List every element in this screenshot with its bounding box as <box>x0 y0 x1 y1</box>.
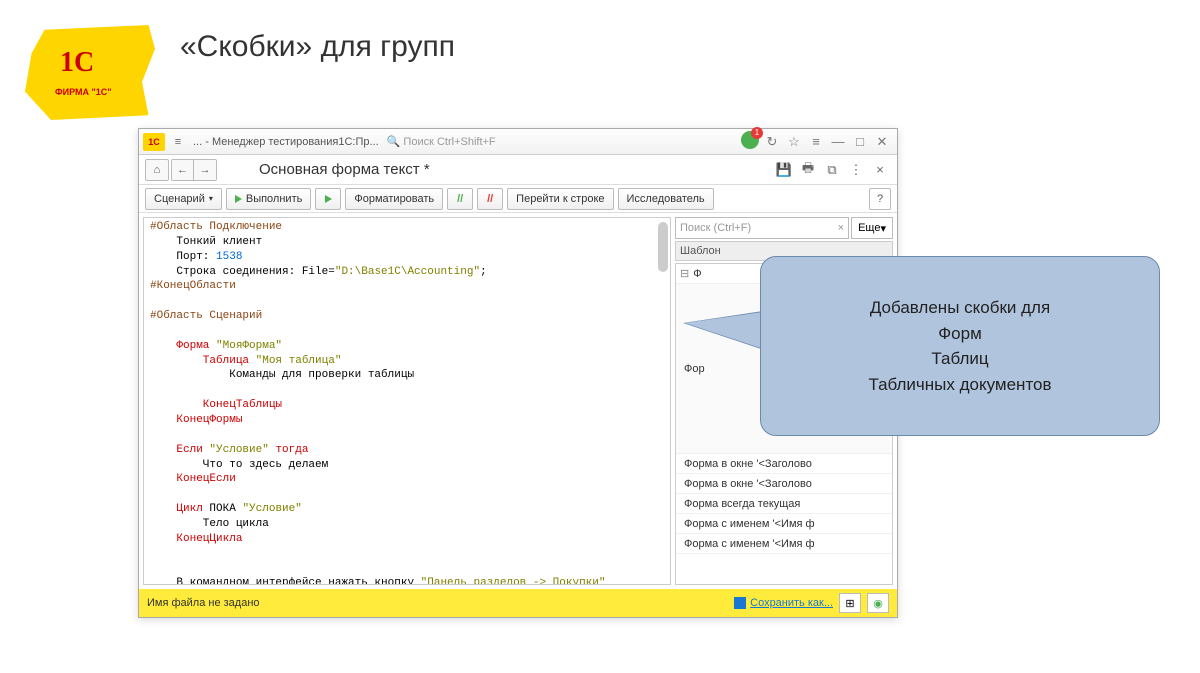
tree-item[interactable]: Форма с именем '<Имя ф <box>676 514 892 534</box>
goto-line-button[interactable]: Перейти к строке <box>507 188 613 210</box>
status-action-2[interactable]: ◉ <box>867 593 889 613</box>
save-as-link[interactable]: Сохранить как... <box>734 597 833 609</box>
home-button[interactable]: ⌂ <box>145 159 169 181</box>
callout-line: Форм <box>938 321 982 347</box>
scenario-button[interactable]: Сценарий ▾ <box>145 188 222 210</box>
status-action-1[interactable]: ⊞ <box>839 593 861 613</box>
tab-close-icon[interactable]: × <box>869 162 891 177</box>
form-title: Основная форма текст * <box>259 161 771 178</box>
star-icon[interactable]: ☆ <box>783 134 805 150</box>
options-icon[interactable]: ⋮ <box>845 162 867 178</box>
callout-line: Добавлены скобки для <box>870 295 1050 321</box>
callout-line: Табличных документов <box>868 372 1051 398</box>
callout-line: Таблиц <box>931 346 988 372</box>
slide-title: «Скобки» для групп <box>180 30 455 64</box>
minimize-icon[interactable]: — <box>827 134 849 149</box>
clear-icon[interactable]: × <box>838 222 844 234</box>
play-icon <box>235 195 242 203</box>
status-bar: Имя файла не задано Сохранить как... ⊞ ◉ <box>139 589 897 617</box>
tree-item[interactable]: Форма с именем '<Имя ф <box>676 534 892 554</box>
format-button[interactable]: Форматировать <box>345 188 443 210</box>
scrollbar-thumb[interactable] <box>658 222 668 272</box>
disk-icon <box>734 597 746 609</box>
nav-arrows: ← → <box>171 159 217 181</box>
close-icon[interactable]: ✕ <box>871 134 893 150</box>
settings-icon[interactable]: ≡ <box>805 134 827 149</box>
side-more-button[interactable]: Еще ▾ <box>851 217 893 239</box>
step-button[interactable] <box>315 188 341 210</box>
callout: Добавлены скобки для Форм Таблиц Табличн… <box>690 256 1160 436</box>
uncomment-button[interactable]: // <box>477 188 503 210</box>
app-logo-mini: 1С <box>143 133 165 151</box>
history-icon[interactable]: ↻ <box>761 134 783 150</box>
notifications-icon[interactable] <box>739 131 761 152</box>
window-title: ... - Менеджер тестирования1С:Пр... <box>193 136 379 148</box>
logo-1c: 1С ФИРМА "1С" <box>25 25 155 120</box>
save-icon[interactable]: 💾 <box>773 162 795 178</box>
status-text: Имя файла не задано <box>147 597 734 609</box>
nav-back[interactable]: ← <box>172 160 194 180</box>
help-button[interactable]: ? <box>869 188 891 210</box>
copy-icon[interactable]: ⧉ <box>821 162 843 178</box>
comment-button[interactable]: // <box>447 188 473 210</box>
global-search[interactable]: 🔍 Поиск Ctrl+Shift+F <box>387 135 496 148</box>
code-editor[interactable]: #Область Подключение Тонкий клиент Порт:… <box>143 217 671 585</box>
run-button[interactable]: Выполнить <box>226 188 311 210</box>
print-icon[interactable]: 🖶 <box>797 159 819 181</box>
side-search-input[interactable]: Поиск (Ctrl+F)× <box>675 217 849 239</box>
tree-item[interactable]: Форма в окне '<Заголово <box>676 474 892 494</box>
menu-icon[interactable]: ≡ <box>169 136 187 148</box>
tree-item[interactable]: Форма в окне '<Заголово <box>676 454 892 474</box>
toolbar: Сценарий ▾ Выполнить Форматировать // //… <box>139 185 897 213</box>
nav-row: ⌂ ← → Основная форма текст * 💾 🖶 ⧉ ⋮ × <box>139 155 897 185</box>
titlebar: 1С ≡ ... - Менеджер тестирования1С:Пр...… <box>139 129 897 155</box>
maximize-icon[interactable]: □ <box>849 134 871 149</box>
tree-item[interactable]: Форма всегда текущая <box>676 494 892 514</box>
nav-forward[interactable]: → <box>194 160 216 180</box>
explorer-button[interactable]: Исследователь <box>618 188 714 210</box>
